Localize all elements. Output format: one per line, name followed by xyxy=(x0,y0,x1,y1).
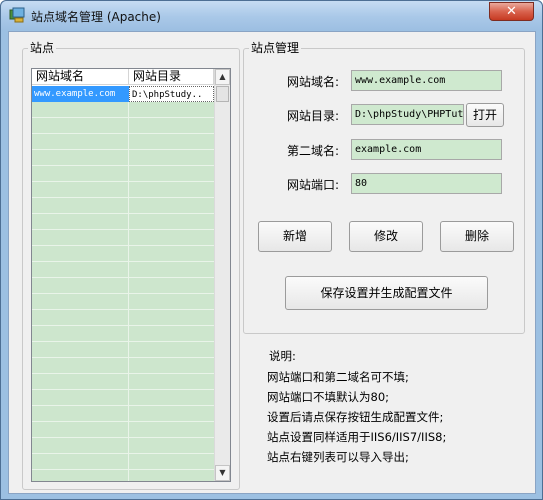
open-button[interactable]: 打开 xyxy=(466,103,504,127)
sites-list[interactable]: 网站域名 网站目录 www.example.com D:\phpStudy.. … xyxy=(31,68,231,482)
note-line: 站点设置同样适用于IIS6/IIS7/IIS8; xyxy=(267,430,447,444)
directory-field[interactable]: D:\phpStudy\PHPTut xyxy=(351,104,464,125)
save-config-button[interactable]: 保存设置并生成配置文件 xyxy=(285,276,488,310)
domain-label: 网站域名: xyxy=(287,75,340,89)
delete-button[interactable]: 删除 xyxy=(440,221,514,252)
title-bar[interactable]: 站点域名管理 (Apache) ✕ xyxy=(1,1,542,30)
sites-list-header: 网站域名 网站目录 xyxy=(32,69,230,85)
client-area: 站点 网站域名 网站目录 www.example.com D:\phpStudy… xyxy=(8,31,536,494)
note-line: 设置后请点保存按钮生成配置文件; xyxy=(267,410,444,424)
note-line: 站点右键列表可以导入导出; xyxy=(267,450,409,464)
list-item[interactable]: www.example.com D:\phpStudy.. xyxy=(32,86,214,102)
directory-label: 网站目录: xyxy=(287,109,340,123)
window-title: 站点域名管理 (Apache) xyxy=(31,10,161,24)
scroll-up-icon[interactable]: ▲ xyxy=(215,69,230,85)
list-item-domain: www.example.com xyxy=(34,89,116,99)
scroll-thumb[interactable] xyxy=(216,86,229,102)
port-label: 网站端口: xyxy=(287,178,340,192)
add-button[interactable]: 新增 xyxy=(258,221,332,252)
empty-list-rows xyxy=(32,102,214,481)
close-button[interactable]: ✕ xyxy=(489,2,534,21)
column-divider xyxy=(128,102,129,481)
management-group-label: 站点管理 xyxy=(249,41,302,55)
notes-heading: 说明: xyxy=(269,349,296,363)
sites-group-label: 站点 xyxy=(28,41,57,55)
second-domain-label: 第二域名: xyxy=(287,144,340,158)
column-header-domain[interactable]: 网站域名 xyxy=(32,69,129,85)
second-domain-field[interactable]: example.com xyxy=(351,139,502,160)
sites-list-scrollbar[interactable]: ▲ ▼ xyxy=(214,69,230,481)
domain-field[interactable]: www.example.com xyxy=(351,70,502,91)
sites-group: 站点 网站域名 网站目录 www.example.com D:\phpStudy… xyxy=(22,41,240,490)
app-icon xyxy=(9,7,25,23)
scroll-down-icon[interactable]: ▼ xyxy=(215,465,230,481)
column-header-directory[interactable]: 网站目录 xyxy=(129,69,214,85)
note-line: 网站端口和第二域名可不填; xyxy=(267,370,409,384)
port-field[interactable]: 80 xyxy=(351,173,502,194)
app-window: 站点域名管理 (Apache) ✕ 站点 网站域名 网站目录 www.examp… xyxy=(0,0,543,500)
list-item-directory: D:\phpStudy.. xyxy=(129,86,214,102)
management-group: 站点管理 网站域名: www.example.com 网站目录: D:\phpS… xyxy=(243,41,525,334)
note-line: 网站端口不填默认为80; xyxy=(267,390,390,404)
edit-button[interactable]: 修改 xyxy=(349,221,423,252)
